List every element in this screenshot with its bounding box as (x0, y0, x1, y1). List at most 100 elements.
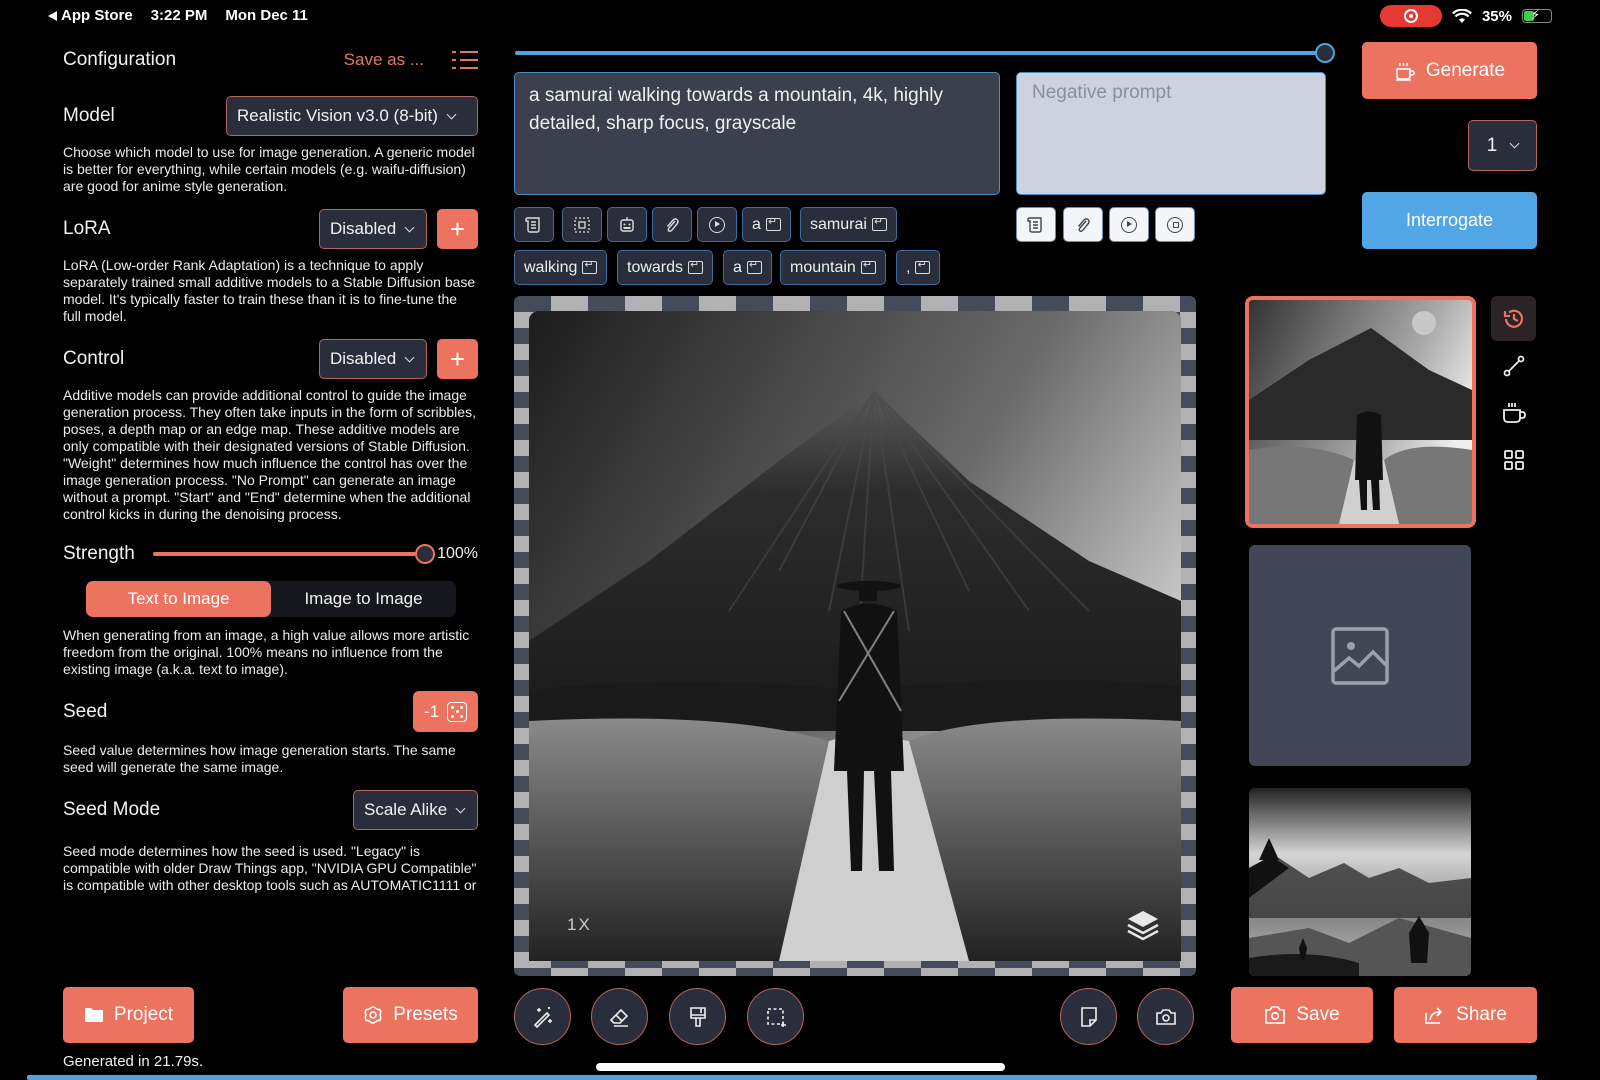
selection-button[interactable] (747, 988, 804, 1045)
layers-icon[interactable] (1125, 907, 1161, 943)
home-indicator[interactable] (596, 1063, 1005, 1071)
add-lora-button[interactable]: + (437, 209, 478, 249)
image-canvas[interactable]: 1X (514, 296, 1196, 976)
history-tab[interactable] (1491, 296, 1536, 341)
token-chip[interactable]: a (742, 207, 791, 242)
strength-description: When generating from an image, a high va… (63, 627, 470, 677)
status-time: 3:22 PM (150, 7, 208, 24)
misty-mountains-thumbnail (1249, 788, 1471, 976)
seed-button[interactable]: -1 (413, 691, 478, 732)
save-as-button[interactable]: Save as ... (344, 50, 424, 70)
token-chip[interactable]: mountain (780, 250, 886, 285)
presets-button[interactable]: Presets (343, 987, 478, 1043)
magic-wand-button[interactable] (514, 988, 571, 1045)
return-icon (746, 258, 762, 274)
lora-label: LoRA (63, 218, 111, 239)
history-icon (1503, 309, 1523, 328)
robot-icon (620, 217, 634, 232)
list-menu-icon[interactable] (452, 49, 478, 71)
negative-script-button[interactable] (1016, 207, 1056, 242)
token-chip[interactable]: towards (617, 250, 714, 285)
steps-slider-knob[interactable] (1315, 43, 1335, 63)
steps-slider[interactable] (515, 42, 1335, 64)
negative-prompt-input[interactable]: Negative prompt (1016, 72, 1326, 195)
return-icon (915, 258, 931, 274)
chevron-down-icon (446, 109, 457, 119)
control-description: Additive models can provide additional c… (63, 387, 476, 522)
chevron-down-icon (404, 352, 415, 362)
generation-mode-toggle: Text to Image Image to Image (86, 581, 456, 617)
prompt-input[interactable]: a samurai walking towards a mountain, 4k… (514, 72, 1000, 195)
chevron-down-icon (404, 222, 415, 232)
strength-slider-track (152, 552, 426, 556)
camera-button[interactable] (1137, 988, 1194, 1045)
negative-attach-button[interactable] (1063, 207, 1103, 242)
lora-select[interactable]: Disabled (319, 209, 427, 249)
token-chip[interactable]: walking (514, 250, 608, 285)
negative-play-button[interactable] (1109, 207, 1149, 242)
focus-frame-icon (574, 216, 590, 233)
status-date: Mon Dec 11 (225, 7, 308, 24)
page-icon (1080, 1006, 1097, 1027)
right-toolbar (1491, 296, 1536, 484)
strength-slider-knob[interactable] (415, 544, 436, 564)
empty-thumbnail[interactable] (1249, 545, 1471, 766)
generate-button[interactable]: Generate (1362, 42, 1537, 99)
gear-flower-icon (364, 1006, 382, 1024)
save-button[interactable]: Save (1231, 987, 1373, 1043)
share-icon (1425, 1007, 1443, 1024)
paint-brush-icon (689, 1006, 706, 1027)
chevron-down-icon (1509, 138, 1520, 149)
strength-slider[interactable] (152, 543, 436, 565)
camera-icon (1265, 1006, 1286, 1024)
screen-recording-indicator[interactable] (1379, 5, 1442, 27)
project-button[interactable]: Project (63, 987, 194, 1043)
add-control-button[interactable]: + (437, 339, 478, 379)
token-chip[interactable]: samurai (800, 207, 897, 242)
negative-stop-button[interactable] (1155, 207, 1195, 242)
strength-label: Strength (63, 543, 135, 564)
progress-bar (27, 1075, 1537, 1080)
coffee-cup-icon (1395, 62, 1415, 81)
token-chip[interactable]: , (896, 250, 941, 285)
history-thumbnail-selected[interactable] (1245, 296, 1476, 528)
mode-text-to-image[interactable]: Text to Image (86, 581, 271, 617)
model-select[interactable]: Realistic Vision v3.0 (8-bit) (226, 96, 478, 136)
focus-frame-button[interactable] (562, 207, 602, 242)
new-canvas-button[interactable] (1060, 988, 1117, 1045)
return-icon (871, 215, 887, 231)
history-thumbnail[interactable] (1249, 788, 1471, 976)
configuration-panel: Configuration Save as ... Model Realisti… (63, 40, 478, 895)
attach-button[interactable] (652, 207, 692, 242)
dashed-selection-icon (766, 1007, 786, 1027)
seed-mode-label: Seed Mode (63, 799, 161, 820)
node-link-icon (1503, 355, 1524, 376)
chevron-down-icon (455, 803, 466, 813)
configuration-title: Configuration (63, 49, 177, 70)
play-icon (709, 216, 725, 233)
script-button[interactable] (514, 207, 554, 242)
robot-button[interactable] (607, 207, 647, 242)
battery-icon: ⚡ (1522, 7, 1552, 23)
eraser-button[interactable] (591, 988, 648, 1045)
token-chip[interactable]: a (723, 250, 772, 285)
connection-tab[interactable] (1491, 343, 1536, 388)
back-to-app-store[interactable]: App Store (48, 7, 133, 24)
paint-brush-button[interactable] (669, 988, 726, 1045)
return-icon (765, 215, 781, 231)
script-icon (525, 216, 540, 233)
seed-mode-select[interactable]: Scale Alike (353, 790, 478, 830)
interrogate-button[interactable]: Interrogate (1362, 192, 1537, 249)
coffee-tab[interactable] (1491, 390, 1536, 435)
seed-mode-description: Seed mode determines how the seed is use… (63, 843, 477, 895)
image-count-select[interactable]: 1 (1468, 120, 1537, 171)
play-button[interactable] (697, 207, 737, 242)
play-icon (1121, 216, 1137, 233)
share-button[interactable]: Share (1394, 987, 1537, 1043)
coffee-cup-icon (1502, 402, 1526, 423)
generation-time-status: Generated in 21.79s. (63, 1053, 204, 1070)
control-select[interactable]: Disabled (319, 339, 427, 379)
mode-image-to-image[interactable]: Image to Image (271, 581, 456, 617)
record-icon (1403, 9, 1418, 23)
grid-tab[interactable] (1491, 437, 1536, 482)
